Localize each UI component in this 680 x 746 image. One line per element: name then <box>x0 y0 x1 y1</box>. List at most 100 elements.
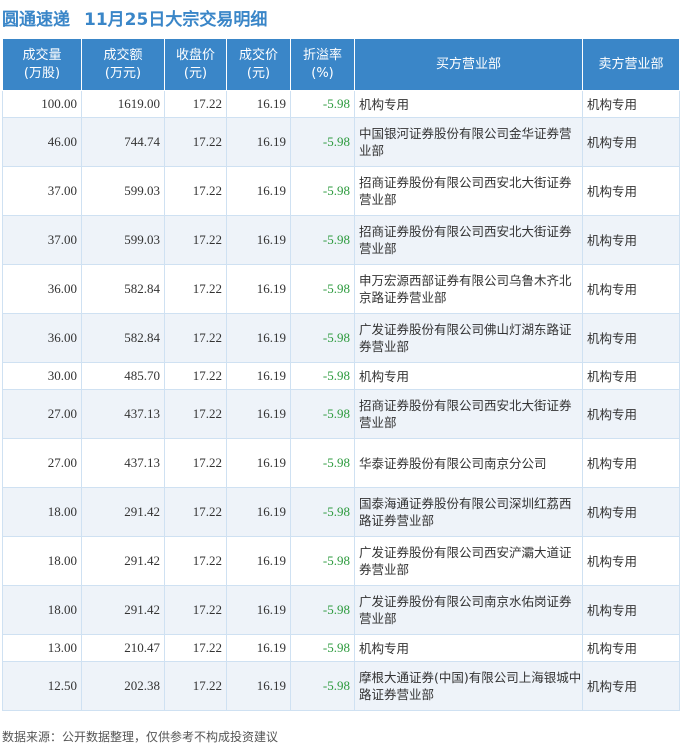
cell-volume: 13.00 <box>2 634 82 662</box>
table-row: 18.00 291.42 17.22 16.19 -5.98 广发证券股份有限公司西安浐灞… <box>2 536 680 586</box>
cell-amount: 744.74 <box>81 117 165 167</box>
cell-amount: 582.84 <box>81 264 165 314</box>
cell-close-price: 17.22 <box>164 264 227 314</box>
cell-seller: 机构专用 <box>582 634 680 662</box>
cell-amount: 599.03 <box>81 166 165 216</box>
table-row: 37.00 599.03 17.22 16.19 -5.98 招商证券股份有限公司西安北大… <box>2 166 680 216</box>
cell-seller: 机构专用 <box>582 215 680 265</box>
cell-volume: 18.00 <box>2 536 82 586</box>
table-row: 13.00 210.47 17.22 16.19 -5.98 机构专用 机构专用 <box>2 634 680 662</box>
cell-amount: 437.13 <box>81 438 165 488</box>
cell-close-price: 17.22 <box>164 90 227 118</box>
table-row: 18.00 291.42 17.22 16.19 -5.98 国泰海通证券股份有限公司深圳… <box>2 487 680 537</box>
cell-volume: 100.00 <box>2 90 82 118</box>
cell-buyer: 招商证券股份有限公司西安北大街证券营业部 <box>354 215 583 265</box>
cell-seller: 机构专用 <box>582 585 680 635</box>
cell-buyer: 机构专用 <box>354 90 583 118</box>
cell-volume: 18.00 <box>2 585 82 635</box>
cell-seller: 机构专用 <box>582 117 680 167</box>
table-row: 27.00 437.13 17.22 16.19 -5.98 华泰证券股份有限公司南京分公… <box>2 438 680 488</box>
cell-buyer: 广发证券股份有限公司南京水佑岗证券营业部 <box>354 585 583 635</box>
page-title: 圆通速递 11月25日大宗交易明细 <box>2 0 267 34</box>
cell-buyer: 机构专用 <box>354 362 583 390</box>
header-close-price: 收盘价 (元) <box>164 38 227 91</box>
cell-premium-rate: -5.98 <box>290 166 355 216</box>
title-subtitle: 11月25日大宗交易明细 <box>84 9 268 30</box>
cell-premium-rate: -5.98 <box>290 585 355 635</box>
cell-trade-price: 16.19 <box>226 661 291 711</box>
cell-trade-price: 16.19 <box>226 117 291 167</box>
table-row: 37.00 599.03 17.22 16.19 -5.98 招商证券股份有限公司西安北大… <box>2 215 680 265</box>
cell-volume: 36.00 <box>2 264 82 314</box>
cell-volume: 18.00 <box>2 487 82 537</box>
cell-buyer: 摩根大通证券(中国)有限公司上海银城中路证券营业部 <box>354 661 583 711</box>
cell-premium-rate: -5.98 <box>290 389 355 439</box>
cell-buyer: 广发证券股份有限公司佛山灯湖东路证券营业部 <box>354 313 583 363</box>
cell-close-price: 17.22 <box>164 487 227 537</box>
cell-close-price: 17.22 <box>164 117 227 167</box>
cell-premium-rate: -5.98 <box>290 634 355 662</box>
cell-seller: 机构专用 <box>582 661 680 711</box>
stock-name: 圆通速递 <box>2 9 70 30</box>
table-row: 27.00 437.13 17.22 16.19 -5.98 招商证券股份有限公司西安北大… <box>2 389 680 439</box>
cell-premium-rate: -5.98 <box>290 661 355 711</box>
table-row: 12.50 202.38 17.22 16.19 -5.98 摩根大通证券(中国)有限公司… <box>2 661 680 711</box>
cell-seller: 机构专用 <box>582 166 680 216</box>
cell-premium-rate: -5.98 <box>290 313 355 363</box>
table-row: 46.00 744.74 17.22 16.19 -5.98 中国银河证券股份有限公司金华… <box>2 117 680 167</box>
cell-volume: 36.00 <box>2 313 82 363</box>
cell-seller: 机构专用 <box>582 264 680 314</box>
cell-seller: 机构专用 <box>582 389 680 439</box>
block-trade-table: 成交量 (万股) 成交额 (万元) 收盘价 (元) 成交价 (元) 折溢率 (%) 买方营… <box>2 38 680 711</box>
cell-close-price: 17.22 <box>164 215 227 265</box>
cell-close-price: 17.22 <box>164 634 227 662</box>
cell-amount: 291.42 <box>81 585 165 635</box>
cell-amount: 485.70 <box>81 362 165 390</box>
cell-trade-price: 16.19 <box>226 438 291 488</box>
cell-trade-price: 16.19 <box>226 634 291 662</box>
cell-close-price: 17.22 <box>164 313 227 363</box>
cell-volume: 37.00 <box>2 166 82 216</box>
cell-amount: 210.47 <box>81 634 165 662</box>
data-source-note: 数据来源：公开数据整理，仅供参考不构成投资建议 <box>2 730 279 744</box>
cell-trade-price: 16.19 <box>226 362 291 390</box>
cell-close-price: 17.22 <box>164 585 227 635</box>
cell-amount: 291.42 <box>81 536 165 586</box>
table-row: 30.00 485.70 17.22 16.19 -5.98 机构专用 机构专用 <box>2 362 680 390</box>
cell-premium-rate: -5.98 <box>290 487 355 537</box>
cell-premium-rate: -5.98 <box>290 117 355 167</box>
cell-seller: 机构专用 <box>582 536 680 586</box>
cell-seller: 机构专用 <box>582 313 680 363</box>
cell-volume: 46.00 <box>2 117 82 167</box>
cell-amount: 202.38 <box>81 661 165 711</box>
cell-premium-rate: -5.98 <box>290 215 355 265</box>
cell-close-price: 17.22 <box>164 438 227 488</box>
cell-seller: 机构专用 <box>582 90 680 118</box>
cell-volume: 12.50 <box>2 661 82 711</box>
table-header-row: 成交量 (万股) 成交额 (万元) 收盘价 (元) 成交价 (元) 折溢率 (%) 买方营… <box>2 38 680 91</box>
cell-trade-price: 16.19 <box>226 487 291 537</box>
cell-seller: 机构专用 <box>582 487 680 537</box>
cell-trade-price: 16.19 <box>226 389 291 439</box>
cell-premium-rate: -5.98 <box>290 438 355 488</box>
header-trade-price: 成交价 (元) <box>226 38 291 91</box>
cell-amount: 291.42 <box>81 487 165 537</box>
cell-trade-price: 16.19 <box>226 215 291 265</box>
table-row: 18.00 291.42 17.22 16.19 -5.98 广发证券股份有限公司南京水佑… <box>2 585 680 635</box>
cell-amount: 1619.00 <box>81 90 165 118</box>
cell-premium-rate: -5.98 <box>290 264 355 314</box>
table-row: 36.00 582.84 17.22 16.19 -5.98 广发证券股份有限公司佛山灯湖… <box>2 313 680 363</box>
header-amount: 成交额 (万元) <box>81 38 165 91</box>
cell-close-price: 17.22 <box>164 536 227 586</box>
cell-trade-price: 16.19 <box>226 536 291 586</box>
table-body: 100.00 1619.00 17.22 16.19 -5.98 机构专用 机构专用 46.0… <box>2 90 680 711</box>
header-premium-rate: 折溢率 (%) <box>290 38 355 91</box>
cell-close-price: 17.22 <box>164 166 227 216</box>
cell-seller: 机构专用 <box>582 438 680 488</box>
header-seller: 卖方营业部 <box>582 38 680 91</box>
cell-trade-price: 16.19 <box>226 313 291 363</box>
cell-buyer: 招商证券股份有限公司西安北大街证券营业部 <box>354 166 583 216</box>
cell-close-price: 17.22 <box>164 362 227 390</box>
cell-amount: 437.13 <box>81 389 165 439</box>
cell-volume: 37.00 <box>2 215 82 265</box>
